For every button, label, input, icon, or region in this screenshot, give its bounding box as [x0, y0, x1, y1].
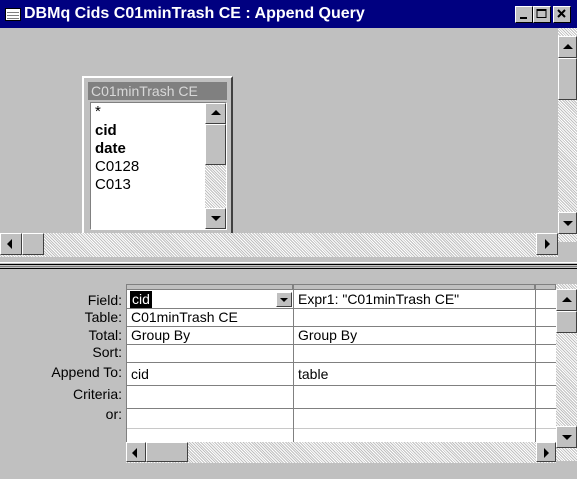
- grid-horizontal-thumb[interactable]: [146, 442, 188, 462]
- criteria-cell[interactable]: [294, 389, 535, 406]
- grid-scroll-right-button[interactable]: [536, 442, 556, 462]
- row-label-field: Field:: [87, 292, 122, 308]
- field-list-scroll-thumb[interactable]: [205, 124, 226, 165]
- criteria-cell[interactable]: [127, 389, 293, 406]
- close-button[interactable]: [553, 6, 571, 23]
- total-cell[interactable]: Group By: [127, 327, 293, 344]
- row-label-criteria: Criteria:: [72, 386, 122, 402]
- field-list-item[interactable]: cid: [95, 122, 117, 139]
- row-label-sort: Sort:: [92, 344, 122, 360]
- field-list-window[interactable]: C01minTrash CE * cid date C0128 C013: [82, 76, 233, 239]
- close-icon: [557, 9, 566, 18]
- grid-vertical-thumb[interactable]: [556, 311, 577, 333]
- design-grid[interactable]: Field: Table: Total: Sort: Append To: Cr…: [0, 284, 577, 479]
- grid-horizontal-scrollbar[interactable]: [126, 442, 556, 463]
- query-design-icon[interactable]: [5, 8, 21, 21]
- grid-scroll-left-button[interactable]: [126, 442, 146, 462]
- arrow-right-icon: [545, 239, 550, 249]
- upper-scroll-right-button[interactable]: [536, 233, 558, 255]
- field-list-box[interactable]: * cid date C0128 C013: [90, 102, 227, 230]
- append-to-cell[interactable]: table: [294, 366, 535, 383]
- table-pane[interactable]: C01minTrash CE * cid date C0128 C013: [0, 28, 558, 257]
- upper-scroll-up-button[interactable]: [558, 36, 577, 58]
- sort-cell[interactable]: [127, 345, 293, 362]
- field-list-scroll-up-button[interactable]: [205, 103, 226, 124]
- field-list-title[interactable]: C01minTrash CE: [88, 82, 227, 100]
- field-cell-selected-text[interactable]: cid: [130, 291, 152, 308]
- table-cell[interactable]: C01minTrash CE: [127, 309, 293, 326]
- row-label-table: Table:: [84, 309, 122, 325]
- arrow-right-icon: [544, 448, 549, 458]
- minimize-button[interactable]: [515, 6, 533, 23]
- upper-horizontal-scrollbar[interactable]: [0, 233, 558, 257]
- upper-scroll-left-button[interactable]: [0, 233, 22, 255]
- field-dropdown-button[interactable]: [276, 292, 292, 307]
- sort-cell[interactable]: [294, 345, 535, 362]
- grid-scroll-down-button[interactable]: [556, 426, 577, 448]
- field-dropdown[interactable]: cid: [127, 291, 293, 308]
- maximize-icon: [536, 9, 547, 18]
- grid-scroll-up-button[interactable]: [556, 289, 577, 311]
- chevron-down-icon: [280, 298, 288, 302]
- upper-vertical-thumb[interactable]: [558, 58, 577, 100]
- window-title: DBMq Cids C01minTrash CE : Append Query: [24, 5, 365, 22]
- field-list-item[interactable]: C013: [95, 176, 131, 193]
- append-to-cell[interactable]: cid: [127, 366, 293, 383]
- field-list-item[interactable]: date: [95, 140, 126, 157]
- title-bar[interactable]: DBMq Cids C01minTrash CE : Append Query: [0, 0, 577, 28]
- arrow-down-icon: [562, 435, 572, 440]
- arrow-up-icon: [211, 110, 221, 115]
- arrow-down-icon: [211, 216, 221, 221]
- minimize-icon: [520, 17, 527, 19]
- maximize-button[interactable]: [533, 6, 551, 23]
- upper-scroll-down-button[interactable]: [558, 212, 577, 234]
- field-list-item[interactable]: *: [95, 103, 101, 120]
- table-cell[interactable]: [294, 309, 535, 326]
- arrow-left-icon: [7, 239, 12, 249]
- or-cell[interactable]: [294, 410, 535, 427]
- field-list-item[interactable]: C0128: [95, 158, 139, 175]
- arrow-down-icon: [563, 221, 573, 226]
- field-cell[interactable]: Expr1: "C01minTrash CE": [294, 291, 535, 308]
- row-label-total: Total:: [88, 327, 122, 343]
- arrow-left-icon: [132, 448, 137, 458]
- field-list-scroll-down-button[interactable]: [205, 208, 226, 229]
- or-cell[interactable]: [127, 410, 293, 427]
- arrow-up-icon: [563, 44, 573, 49]
- arrow-up-icon: [562, 297, 572, 302]
- upper-horizontal-thumb[interactable]: [22, 233, 44, 255]
- row-label-append-to: Append To:: [51, 364, 122, 380]
- row-label-or: or:: [105, 406, 122, 422]
- total-cell[interactable]: Group By: [294, 327, 535, 344]
- pane-splitter[interactable]: [0, 257, 577, 284]
